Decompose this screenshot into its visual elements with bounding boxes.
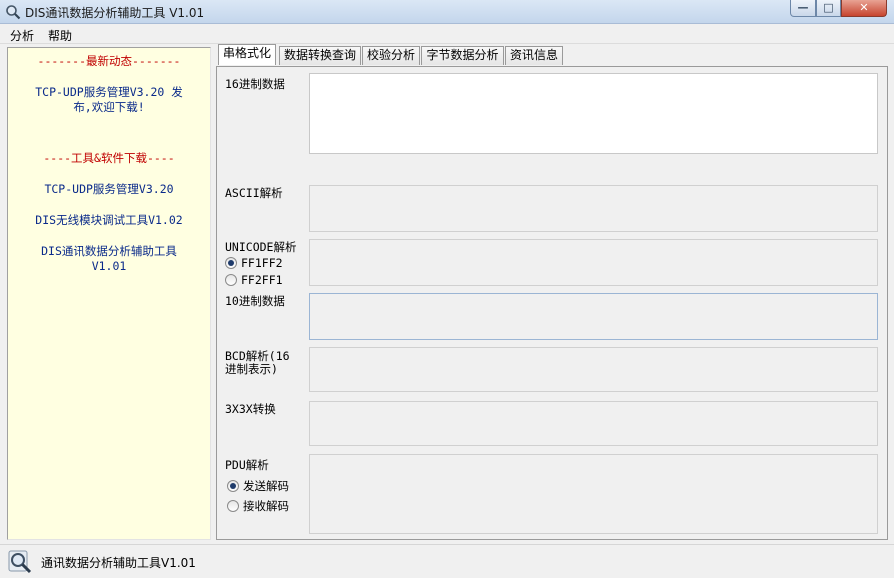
- title-bar: DIS通讯数据分析辅助工具 V1.01 — □ ✕: [0, 0, 894, 24]
- unicode-output[interactable]: [309, 239, 878, 286]
- bcd-label-line-1: BCD解析(16: [225, 349, 290, 363]
- bcd-label-line-2: 进制表示): [225, 362, 278, 376]
- radio-selected-icon: [227, 480, 239, 492]
- pdu-output[interactable]: [309, 454, 878, 534]
- menu-analyze[interactable]: 分析: [10, 27, 34, 44]
- news-item-line-2[interactable]: 布,欢迎下载!: [8, 100, 210, 115]
- pdu-label: PDU解析: [225, 458, 269, 472]
- unicode-option-ff1ff2-label: FF1FF2: [241, 256, 283, 270]
- conv3x3x-label: 3X3X转换: [225, 402, 276, 416]
- maximize-icon: □: [823, 1, 834, 14]
- close-icon: ✕: [859, 1, 869, 14]
- tab-checksum[interactable]: 校验分析: [362, 46, 420, 65]
- minimize-button[interactable]: —: [790, 0, 816, 17]
- hex-input[interactable]: [309, 73, 878, 154]
- unicode-option-ff1ff2[interactable]: FF1FF2: [225, 256, 283, 270]
- unicode-option-ff2ff1-label: FF2FF1: [241, 273, 283, 287]
- tab-format[interactable]: 串格式化: [218, 44, 276, 65]
- pdu-option-receive-decode-label: 接收解码: [243, 499, 289, 513]
- pdu-option-send-decode[interactable]: 发送解码: [227, 478, 289, 494]
- radio-unselected-icon: [225, 274, 237, 286]
- close-button[interactable]: ✕: [841, 0, 887, 17]
- download-link-tcp-udp[interactable]: TCP-UDP服务管理V3.20: [8, 182, 210, 197]
- news-header: -------最新动态-------: [37, 54, 181, 68]
- radio-selected-icon: [225, 257, 237, 269]
- download-link-wireless[interactable]: DIS无线模块调试工具V1.02: [8, 213, 210, 228]
- download-link-analyzer-line-2[interactable]: V1.01: [8, 259, 210, 274]
- unicode-label: UNICODE解析: [225, 240, 297, 254]
- tab-news[interactable]: 资讯信息: [505, 46, 563, 65]
- menu-help[interactable]: 帮助: [48, 27, 72, 44]
- minimize-icon: —: [797, 1, 809, 14]
- ascii-label: ASCII解析: [225, 186, 283, 200]
- download-link-analyzer-line-1[interactable]: DIS通讯数据分析辅助工具: [8, 244, 210, 259]
- pdu-option-receive-decode[interactable]: 接收解码: [227, 498, 289, 514]
- status-text: 通讯数据分析辅助工具V1.01: [41, 556, 196, 570]
- ascii-output[interactable]: [309, 185, 878, 232]
- maximize-button[interactable]: □: [816, 0, 841, 17]
- radio-unselected-icon: [227, 500, 239, 512]
- window-title: DIS通讯数据分析辅助工具 V1.01: [25, 6, 205, 20]
- menu-bar: 分析 帮助: [0, 24, 894, 44]
- tab-byte-analysis[interactable]: 字节数据分析: [421, 46, 504, 65]
- unicode-option-ff2ff1[interactable]: FF2FF1: [225, 273, 283, 287]
- conv3x3x-output[interactable]: [309, 401, 878, 446]
- downloads-header: ----工具&软件下载----: [43, 151, 175, 165]
- decimal-output[interactable]: [309, 293, 878, 340]
- sidebar-news-panel: -------最新动态------- TCP-UDP服务管理V3.20 发 布,…: [7, 47, 211, 540]
- decimal-label: 10进制数据: [225, 294, 285, 308]
- pdu-option-send-decode-label: 发送解码: [243, 479, 289, 493]
- hex-label: 16进制数据: [225, 77, 285, 91]
- bcd-output[interactable]: [309, 347, 878, 392]
- status-bar: 通讯数据分析辅助工具V1.01: [0, 544, 894, 578]
- magnifier-icon: [8, 550, 32, 574]
- news-item-line-1[interactable]: TCP-UDP服务管理V3.20 发: [8, 85, 210, 100]
- tab-data-conversion[interactable]: 数据转换查询: [279, 46, 361, 65]
- magnifier-icon: [6, 5, 21, 20]
